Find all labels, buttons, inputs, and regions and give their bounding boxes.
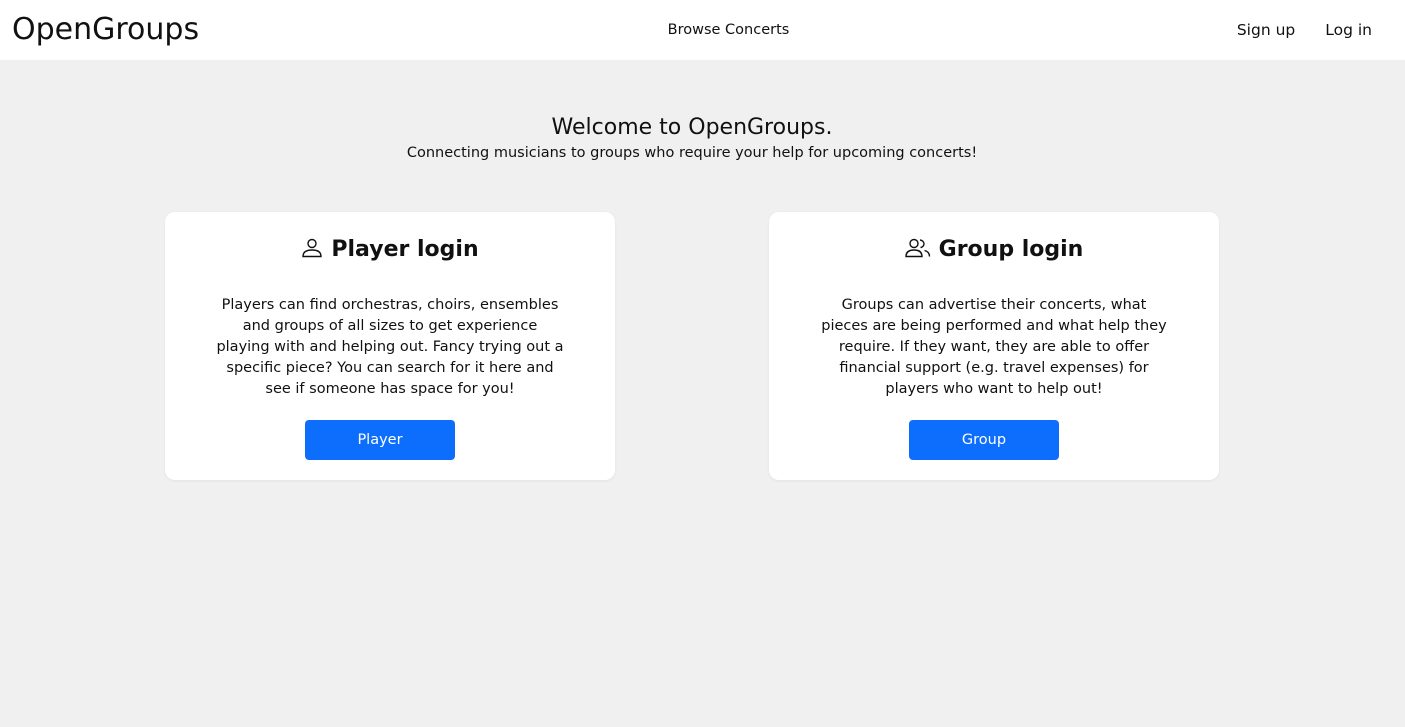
player-card-header: Player login xyxy=(165,234,615,268)
group-button[interactable]: Group xyxy=(909,420,1059,460)
group-card-description: Groups can advertise their concerts, wha… xyxy=(821,297,1167,397)
player-card-description: Players can find orchestras, choirs, ens… xyxy=(216,297,564,397)
browse-concerts-link[interactable]: Browse Concerts xyxy=(668,22,790,38)
group-card-header: Group login xyxy=(769,234,1219,268)
hero: Welcome to OpenGroups. Connecting musici… xyxy=(0,114,1384,163)
page-title: Welcome to OpenGroups. xyxy=(551,115,833,140)
person-icon xyxy=(301,236,323,268)
nav-center: Browse Concerts xyxy=(0,19,1405,41)
nav-right: Sign up Log in xyxy=(1237,19,1372,41)
page-subtitle: Connecting musicians to groups who requi… xyxy=(406,145,978,161)
people-icon xyxy=(904,236,931,268)
group-card-title: Group login xyxy=(938,237,1084,262)
brand-logo[interactable]: OpenGroups xyxy=(12,10,199,50)
group-login-card: Group login Groups can advertise their c… xyxy=(769,212,1219,480)
navbar: OpenGroups Browse Concerts Sign up Log i… xyxy=(0,0,1405,60)
player-card-title: Player login xyxy=(331,237,479,262)
login-link[interactable]: Log in xyxy=(1325,19,1372,41)
signup-link[interactable]: Sign up xyxy=(1237,19,1295,41)
player-button[interactable]: Player xyxy=(305,420,455,460)
player-login-card: Player login Players can find orchestras… xyxy=(165,212,615,480)
